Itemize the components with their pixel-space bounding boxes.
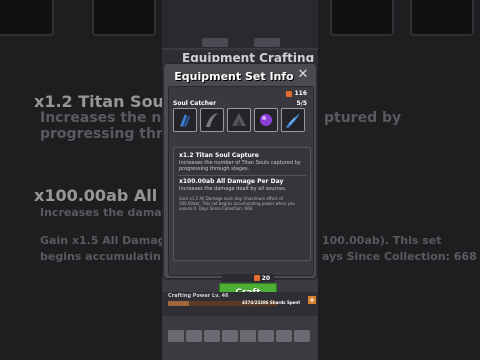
equipment-slot-purple-orb[interactable] (254, 108, 278, 132)
dark-helm-icon (232, 113, 246, 126)
blue-feather-icon (286, 113, 300, 128)
bonus-title-soul-capture: x1.2 Titan Soul Capture (179, 152, 259, 159)
plus-icon[interactable]: + (308, 296, 316, 304)
modal-title: Equipment Set Info (174, 70, 294, 83)
blue-claw-icon (180, 114, 190, 127)
crafting-power-label: Crafting Power Lv. 46 (168, 293, 229, 299)
equipment-slot-dark-scythe[interactable] (200, 108, 224, 132)
titan-soul-icon (286, 90, 293, 97)
crafting-power-fill (168, 301, 189, 306)
crafting-power-bar: Crafting Power Lv. 46 4374/23386 Shards … (162, 292, 318, 316)
divider (178, 175, 306, 176)
top-game-strip (162, 0, 318, 48)
dim-overlay-left (0, 0, 162, 360)
bg-chip (202, 38, 228, 47)
dark-scythe-icon (206, 113, 218, 127)
nav-button[interactable] (240, 330, 256, 342)
bonus-title-all-damage: x100.00ab All Damage Per Day (179, 178, 284, 185)
equipment-slots (173, 108, 305, 132)
equipment-set-info-modal: Equipment Set Info ✕ 116 Soul Catcher 5/… (162, 62, 318, 303)
nav-button[interactable] (186, 330, 202, 342)
nav-button[interactable] (222, 330, 238, 342)
equipment-slot-dark-helm[interactable] (227, 108, 251, 132)
currency-amount: 116 (294, 90, 307, 97)
bonus-desc-all-damage: Increases the damage dealt by all source… (179, 186, 287, 192)
modal-content: 116 Soul Catcher 5/5 x1.2 Titan Soul Cap… (168, 86, 314, 303)
nav-button[interactable] (276, 330, 292, 342)
currency-display: 116 (286, 90, 307, 97)
equipment-slot-blue-claw[interactable] (173, 108, 197, 132)
craft-cost: 20 (222, 274, 274, 282)
purple-orb-icon (260, 114, 272, 126)
bonus-desc-soul-capture: Increases the number of Titan Souls capt… (179, 160, 301, 172)
titan-soul-icon (253, 275, 260, 281)
nav-button[interactable] (168, 330, 184, 342)
bg-chip (254, 38, 280, 47)
close-icon[interactable]: ✕ (296, 68, 310, 82)
bonus-note-all-damage: Gain x1.5 All Damage each day (maximum e… (179, 196, 295, 211)
nav-button[interactable] (258, 330, 274, 342)
dim-overlay-right (318, 0, 480, 360)
crafting-power-progress: 4374/23386 Shards Spent (242, 300, 301, 305)
nav-button[interactable] (204, 330, 220, 342)
set-name: Soul Catcher (173, 100, 217, 107)
set-bonus-panel: x1.2 Titan Soul Capture Increases the nu… (173, 147, 311, 261)
nav-button[interactable] (294, 330, 310, 342)
bottom-nav (162, 330, 324, 346)
equipment-slot-blue-feather[interactable] (281, 108, 305, 132)
craft-cost-amount: 20 (261, 274, 270, 282)
set-progress: 5/5 (296, 100, 307, 107)
